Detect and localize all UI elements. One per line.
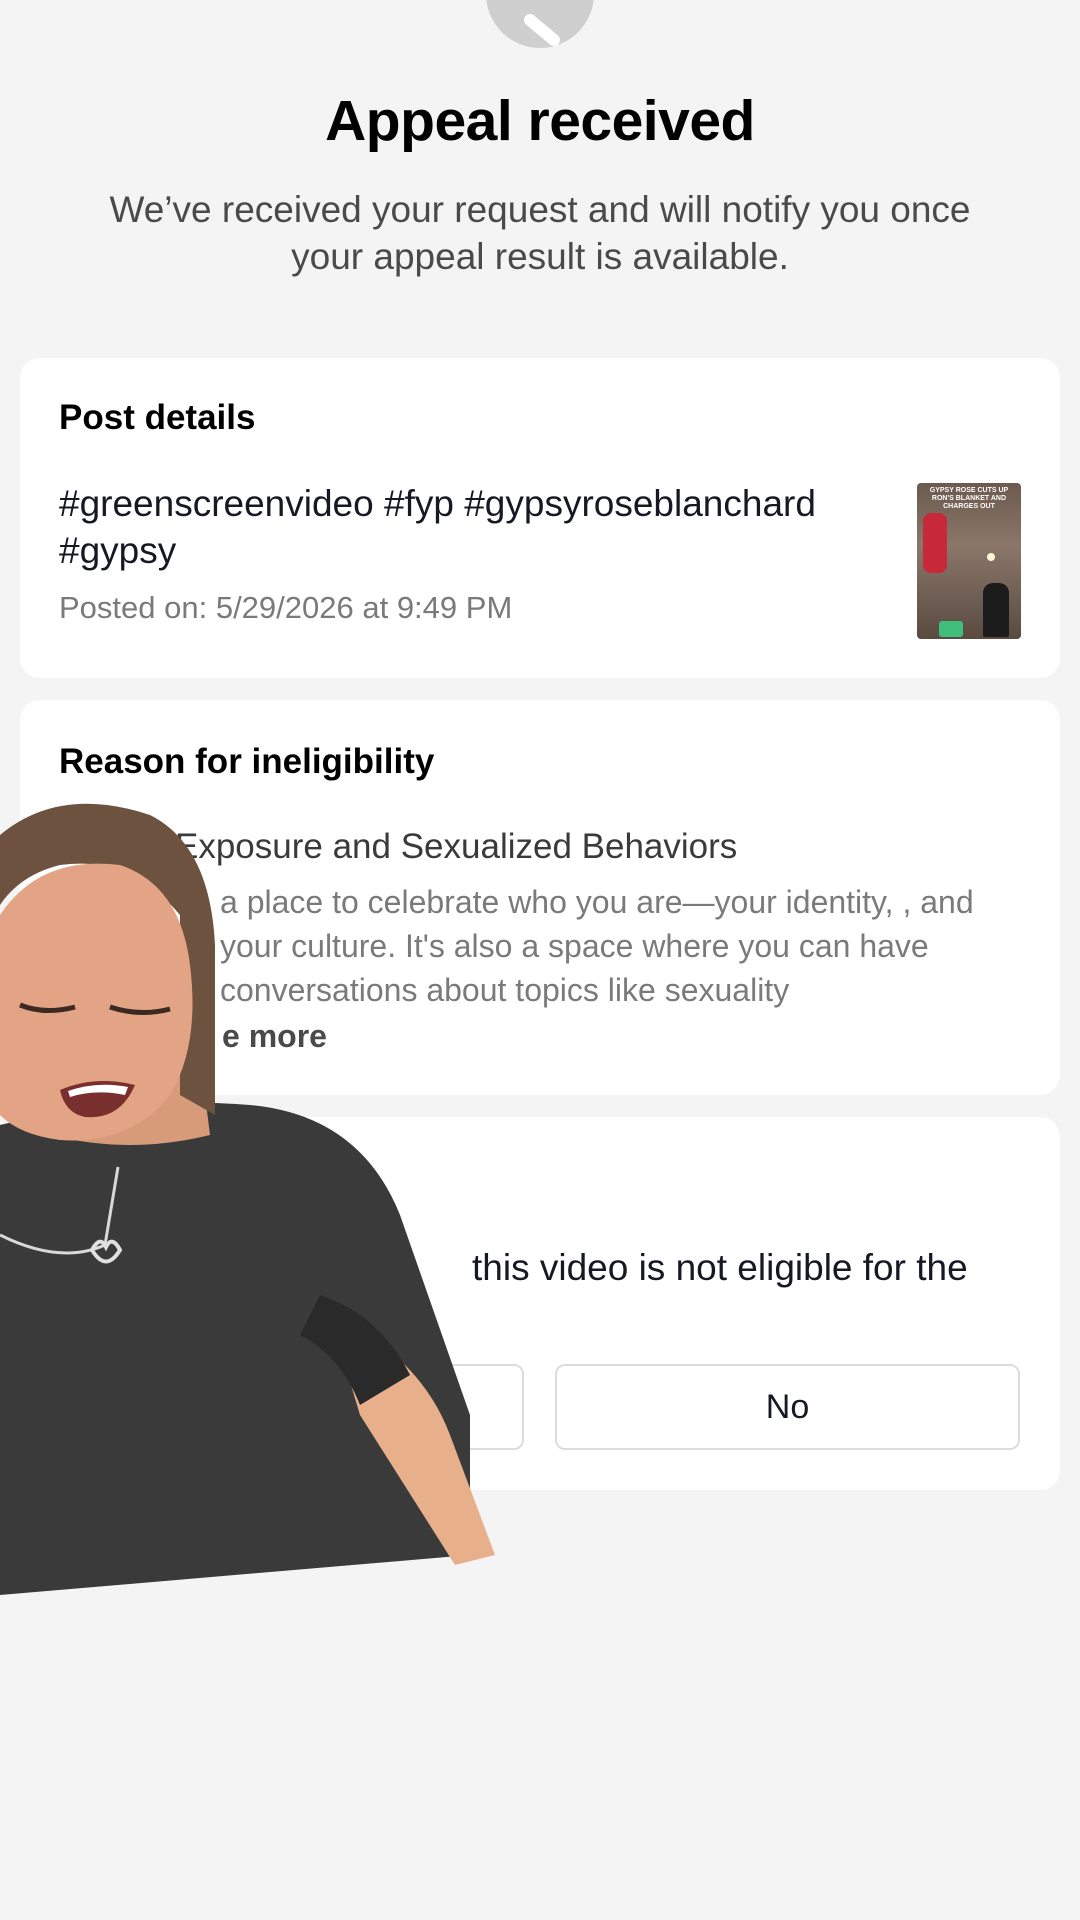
question-text: this video is not eligible for the (472, 1247, 968, 1288)
reason-heading: Reason for ineligibility (59, 742, 435, 781)
thumbnail-figure (923, 513, 947, 573)
post-details-heading: Post details (59, 398, 256, 437)
status-icon (486, 0, 594, 48)
page-title: Appeal received (325, 89, 755, 153)
thumbnail-light (987, 553, 995, 561)
creator-overlay (0, 795, 500, 1595)
page-subtitle: We’ve received your request and will not… (109, 189, 971, 277)
thumbnail-caption: GYPSY ROSE CUTS UP RON'S BLANKET AND CHA… (929, 487, 1009, 510)
no-button[interactable]: No (555, 1364, 1020, 1450)
thumbnail-person (983, 583, 1009, 637)
post-details-card: Post details #greenscreenvideo #fyp #gyp… (20, 358, 1060, 678)
post-hashtags: #greenscreenvideo #fyp #gypsyroseblancha… (59, 483, 816, 571)
thumbnail-object (939, 621, 963, 637)
posted-on-date: Posted on: 5/29/2026 at 9:49 PM (59, 590, 513, 625)
video-thumbnail[interactable]: GYPSY ROSE CUTS UP RON'S BLANKET AND CHA… (917, 483, 1021, 639)
